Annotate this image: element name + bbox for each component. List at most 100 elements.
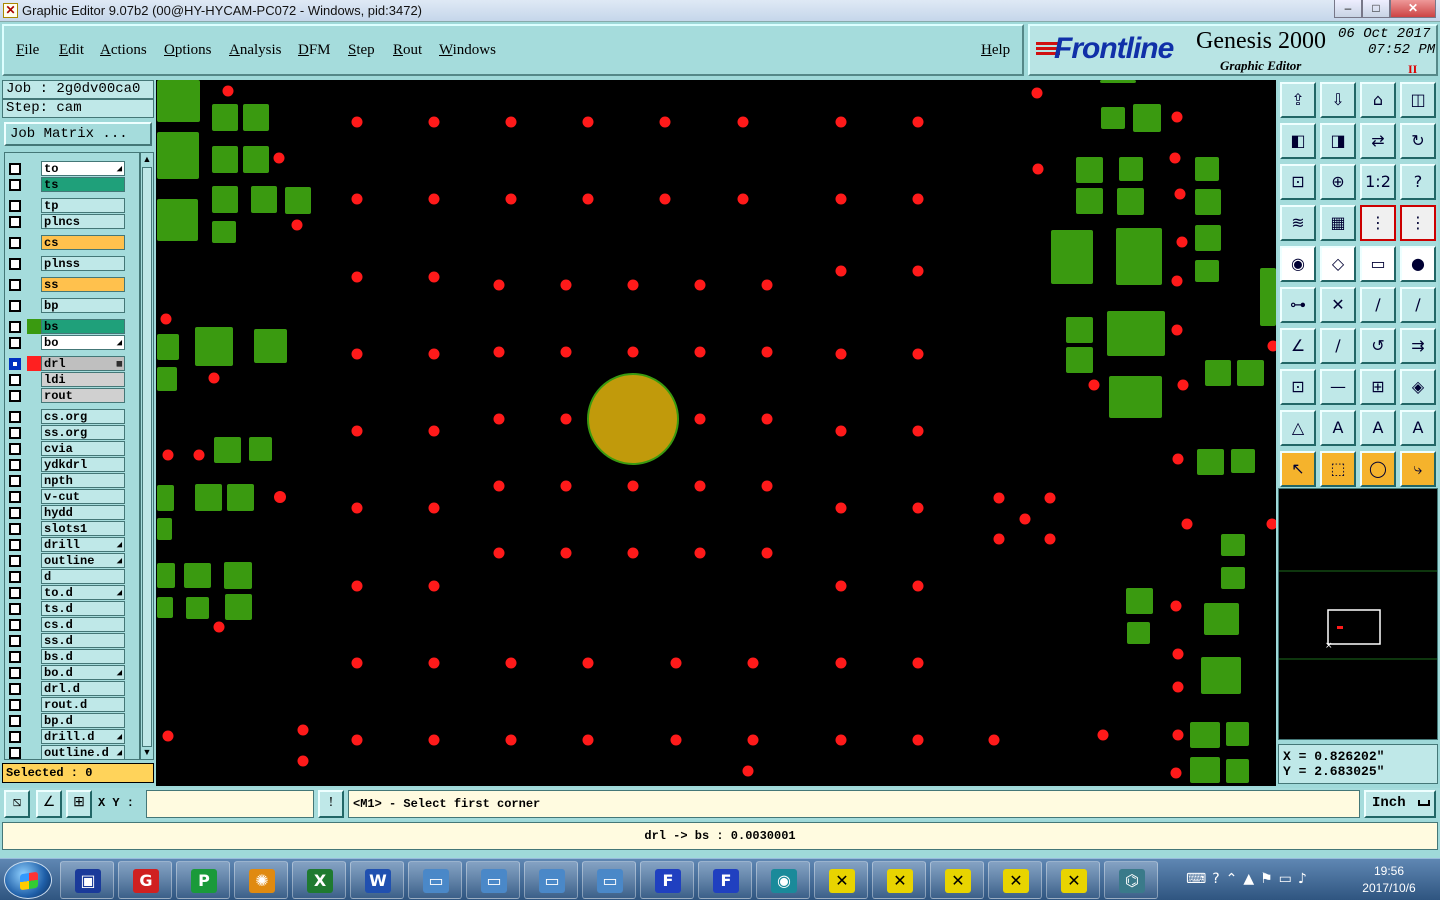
route-icon[interactable]: ⤷ <box>1400 451 1436 487</box>
layer-row-v-cut[interactable]: v-cut <box>7 489 127 504</box>
zoom-down-icon[interactable]: ⇩ <box>1320 82 1356 118</box>
taskbar-button[interactable]: P <box>176 861 230 899</box>
layer-name[interactable]: rout.d <box>41 697 125 712</box>
layer-checkbox[interactable] <box>9 539 21 551</box>
units-select[interactable]: Inch <box>1364 790 1436 818</box>
layer-row-bs[interactable]: bs <box>7 319 127 334</box>
slash-icon[interactable]: ∕ <box>1320 328 1356 364</box>
taskbar-button[interactable]: F <box>640 861 694 899</box>
shapes-icon[interactable]: ◈ <box>1400 369 1436 405</box>
layer-checkbox[interactable] <box>9 411 21 423</box>
camera-icon[interactable]: ◉ <box>1280 246 1316 282</box>
layer-name[interactable]: ss.d <box>41 633 125 648</box>
layer-checkbox[interactable] <box>9 427 21 439</box>
menu-dfm[interactable]: DFM <box>298 42 331 59</box>
graphic-canvas[interactable] <box>156 80 1276 786</box>
layer-checkbox[interactable] <box>9 715 21 727</box>
layer-row-hydd[interactable]: hydd <box>7 505 127 520</box>
layer-checkbox[interactable] <box>9 200 21 212</box>
close-button[interactable]: ✕ <box>1390 0 1436 18</box>
dash-icon[interactable]: — <box>1320 369 1356 405</box>
taskbar-button[interactable]: X <box>292 861 346 899</box>
layer-checkbox[interactable] <box>9 337 21 349</box>
connect-icon[interactable]: ⊶ <box>1280 287 1316 323</box>
layer-row-outline[interactable]: outline ◢ <box>7 553 127 568</box>
layer-checkbox[interactable] <box>9 374 21 386</box>
system-tray[interactable]: ⌨?⌃▲⚑▭♪ <box>1186 871 1313 887</box>
layer-name[interactable]: v-cut <box>41 489 125 504</box>
layer-checkbox[interactable] <box>9 747 21 759</box>
layer-checkbox[interactable] <box>9 667 21 679</box>
scroll-up-icon[interactable]: ▲ <box>142 154 152 164</box>
layer-checkbox[interactable] <box>9 683 21 695</box>
layer-checkbox[interactable] <box>9 587 21 599</box>
layer-name[interactable]: tp <box>41 198 125 213</box>
layer-row-drill-d[interactable]: drill.d ◢ <box>7 729 127 744</box>
layer-row-rout-d[interactable]: rout.d <box>7 697 127 712</box>
layer-row-ss-org[interactable]: ss.org <box>7 425 127 440</box>
layer-row-drl[interactable]: drl ▦ <box>7 356 127 371</box>
taskbar-button[interactable]: ▭ <box>466 861 520 899</box>
taskbar-button[interactable]: ⌬ <box>1104 861 1158 899</box>
layer-name[interactable]: cs.org <box>41 409 125 424</box>
center-icon[interactable]: ⊕ <box>1320 164 1356 200</box>
cross-icon[interactable]: ✕ <box>1320 287 1356 323</box>
layer-name[interactable]: cs.d <box>41 617 125 632</box>
layer-row-slots1[interactable]: slots1 <box>7 521 127 536</box>
layer-name[interactable]: ts.d <box>41 601 125 616</box>
taskbar-button[interactable]: ▭ <box>524 861 578 899</box>
layer-name[interactable]: ss.org <box>41 425 125 440</box>
taskbar-button[interactable]: ◉ <box>756 861 810 899</box>
layer-name[interactable]: ss <box>41 277 125 292</box>
pan-right-icon[interactable]: ◨ <box>1320 123 1356 159</box>
layer-name[interactable]: to.d ◢ <box>41 585 125 600</box>
menu-rout[interactable]: Rout <box>393 42 422 59</box>
layer-color-swatch[interactable] <box>27 356 41 371</box>
fit-icon[interactable]: ⊡ <box>1280 164 1316 200</box>
layer-checkbox[interactable] <box>9 459 21 471</box>
select-box-icon[interactable]: ⬚ <box>1320 451 1356 487</box>
layer-checkbox[interactable] <box>9 179 21 191</box>
layer-row-ydkdrl[interactable]: ydkdrl <box>7 457 127 472</box>
layer-checkbox[interactable] <box>9 619 21 631</box>
layer-checkbox[interactable] <box>9 731 21 743</box>
layer-checkbox[interactable] <box>9 237 21 249</box>
help-icon[interactable]: ? <box>1400 164 1436 200</box>
taskbar-button[interactable]: ✕ <box>814 861 868 899</box>
xy-input[interactable] <box>146 790 314 818</box>
arc-icon[interactable]: ↺ <box>1360 328 1396 364</box>
layer-checkbox[interactable] <box>9 443 21 455</box>
layer-row-plncs[interactable]: plncs <box>7 214 127 229</box>
layer-name[interactable]: bs <box>41 319 125 334</box>
layer-checkbox[interactable] <box>9 555 21 567</box>
layer-name[interactable]: plncs <box>41 214 125 229</box>
layer-checkbox[interactable] <box>9 603 21 615</box>
layer-name[interactable]: d <box>41 569 125 584</box>
layer-name[interactable]: rout <box>41 388 125 403</box>
layer-name[interactable]: outline.d ◢ <box>41 745 125 760</box>
layer-name[interactable]: drl ▦ <box>41 356 125 371</box>
angle-icon[interactable]: ∠ <box>36 790 62 818</box>
layer-checkbox[interactable] <box>9 279 21 291</box>
exclaim-button[interactable]: ! <box>318 790 344 818</box>
layer-row-d[interactable]: d <box>7 569 127 584</box>
layer-row-bp[interactable]: bp <box>7 298 127 313</box>
bracket-icon[interactable]: ⊞ <box>1360 369 1396 405</box>
layer-checkbox[interactable] <box>9 300 21 312</box>
layer-row-ts-d[interactable]: ts.d <box>7 601 127 616</box>
taskbar-button[interactable]: W <box>350 861 404 899</box>
layer-checkbox[interactable] <box>9 390 21 402</box>
layer-checkbox[interactable] <box>9 523 21 535</box>
layer-checkbox[interactable] <box>9 163 21 175</box>
layer-name[interactable]: ts <box>41 177 125 192</box>
record-icon[interactable]: ● <box>1400 246 1436 282</box>
layer-name[interactable]: cs <box>41 235 125 250</box>
layer-row-cs-org[interactable]: cs.org <box>7 409 127 424</box>
layer-row-cs[interactable]: cs <box>7 235 127 250</box>
point-icon[interactable]: ∕ <box>1360 287 1396 323</box>
snap-layers-icon[interactable]: ⋮ <box>1360 205 1396 241</box>
a-line-icon[interactable]: A <box>1400 410 1436 446</box>
layer-row-bo[interactable]: bo ◢ <box>7 335 127 350</box>
scroll-thumb[interactable] <box>142 167 152 747</box>
house-icon[interactable]: ⌂ <box>1360 82 1396 118</box>
